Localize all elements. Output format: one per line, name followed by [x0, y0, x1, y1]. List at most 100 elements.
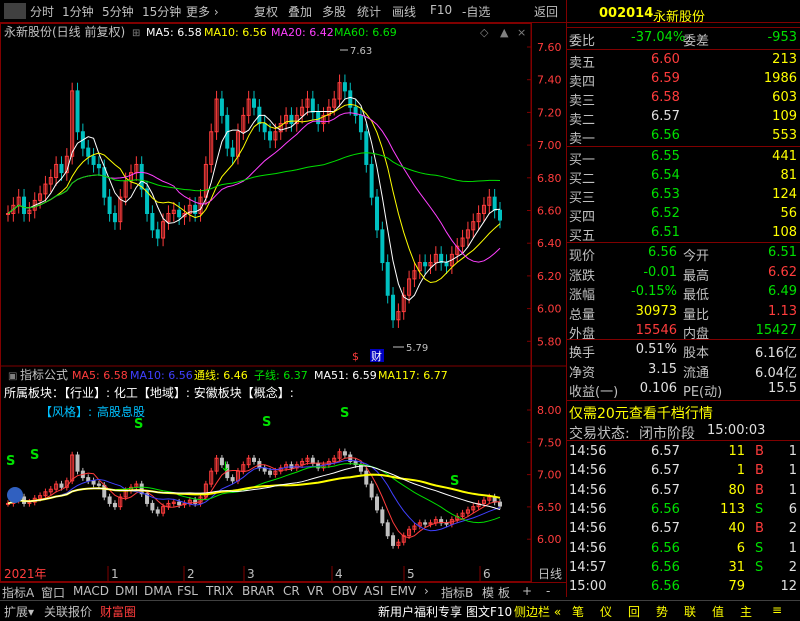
tab-indicator-b[interactable]: 指标B [441, 584, 473, 601]
tab-cr[interactable]: CR [283, 584, 300, 598]
restore-right-button[interactable]: 复权 [254, 3, 278, 20]
indicator-tabs: 指标A 窗口 MACD DMI DMA FSL TRIX BRAR CR VR … [0, 582, 566, 601]
bid-volume: 124 [772, 187, 797, 202]
candle-body [91, 155, 96, 165]
tab-asi[interactable]: ASI [364, 584, 383, 598]
bid-row: 买一 6.55 441 [567, 147, 800, 168]
tab-board[interactable]: 板 [498, 584, 510, 601]
period-label[interactable]: 日线 [538, 567, 562, 581]
f10-button[interactable]: F10 [430, 3, 452, 17]
tab-fsl[interactable]: FSL [177, 584, 198, 598]
finance-badge[interactable]: 财 [371, 349, 382, 363]
bid-volume: 108 [772, 225, 797, 240]
candle-body [369, 163, 374, 198]
menu-icon[interactable]: ≡ [772, 603, 782, 617]
up-arrow-icon[interactable]: ▲ [500, 26, 509, 39]
stat-label: 最高 [683, 268, 710, 284]
return-icon[interactable]: 回 [628, 603, 640, 620]
tab-dmi[interactable]: DMI [115, 584, 138, 598]
zoom-out-button[interactable]: - [546, 584, 550, 598]
diamond-icon[interactable]: ◇ [480, 26, 489, 39]
tick-row: 15:00 6.56 79 12 [567, 577, 800, 598]
candle-body [219, 98, 224, 116]
tab-dma[interactable]: DMA [144, 584, 172, 598]
robot-avatar-icon[interactable] [7, 487, 23, 503]
tab-obv[interactable]: OBV [332, 584, 358, 598]
quote-title: 002014 永新股份 [567, 4, 800, 25]
s-signal-5: S [340, 406, 349, 421]
logo-icon [4, 3, 26, 19]
candle-body [423, 262, 428, 267]
s-signal-4: S [262, 415, 271, 430]
tab-5min[interactable]: 5分钟 [102, 3, 134, 20]
value-icon[interactable]: 值 [712, 603, 724, 620]
sidebar-toggle[interactable]: 侧边栏 « [514, 603, 561, 620]
stat-value: 6.51 [768, 245, 797, 260]
tab-trix[interactable]: TRIX [206, 584, 233, 598]
tick-row: 14:57 6.56 31 S 2 [567, 558, 800, 579]
stat2-row: 净资 3.15 流通 6.04亿 [567, 360, 800, 381]
s-signal-6: S [450, 474, 459, 489]
stat-label: 收益(一) [569, 385, 619, 400]
tab-indicator-a[interactable]: 指标A [2, 584, 34, 601]
add-watchlist-button[interactable]: -自选 [462, 3, 490, 20]
f10-graphic-button[interactable]: 图文F10 [466, 603, 512, 620]
indicator-axis: 8.00 7.50 7.00 6.50 6.00 [527, 404, 562, 546]
trend-icon[interactable]: 势 [656, 603, 668, 620]
tick-row: 14:56 6.57 11 B 1 [567, 442, 800, 463]
pen-icon[interactable]: 笔 [572, 603, 584, 620]
tab-brar[interactable]: BRAR [242, 584, 275, 598]
back-button[interactable]: 返回 [534, 3, 558, 20]
tab-emv[interactable]: EMV [390, 584, 416, 598]
tick-price: 6.56 [651, 501, 680, 517]
ask-price: 6.56 [651, 128, 680, 143]
kline-chart[interactable]: 永新股份(日线 前复权) ⊞ MA5: 6.58 MA10: 6.56 MA20… [0, 23, 566, 597]
candle-body [316, 111, 321, 125]
main-icon[interactable]: 主 [740, 603, 752, 620]
tab-more-arrow[interactable]: › [424, 584, 429, 598]
bid-price: 6.55 [651, 149, 680, 164]
indicator-expand-icon[interactable]: ▣ [8, 371, 17, 382]
instrument-icon[interactable]: 仪 [600, 603, 612, 620]
draw-line-button[interactable]: 画线 [392, 3, 416, 20]
stats-button[interactable]: 统计 [357, 3, 381, 20]
related-quotes[interactable]: 关联报价 [44, 603, 92, 620]
zoom-in-button[interactable]: + [522, 584, 532, 598]
tab-intraday[interactable]: 分时 [30, 3, 54, 20]
ind-tick: 8.00 [537, 404, 562, 417]
candle-body [289, 114, 294, 125]
price-axis: 7.60 7.40 7.20 7.00 6.80 6.60 6.40 6.20 6.00 5.80 [527, 41, 562, 348]
ask-volume: 213 [772, 52, 797, 67]
tab-macd[interactable]: MACD [73, 584, 109, 598]
stock-title: 永新股份(日线 前复权) [4, 24, 125, 39]
ma-settings-icon[interactable]: ⊞ [132, 28, 140, 39]
tab-more[interactable]: 更多 › [186, 3, 219, 20]
ind-candle-body [391, 535, 396, 546]
indicator-lines [7, 457, 501, 539]
main-candles [6, 74, 502, 328]
new-user-promo[interactable]: 新用户福利专享 [378, 603, 462, 620]
tab-template[interactable]: 模 [482, 584, 494, 601]
close-icon[interactable]: × [517, 26, 526, 39]
wealth-circle[interactable]: 财富圈 [100, 603, 136, 620]
status-bar: 扩展▾ 关联报价 财富圈 新用户福利专享 图文F10 侧边栏 « 笔 仪 回 势… [0, 600, 800, 621]
tick-side: B [755, 482, 764, 498]
tab-15min[interactable]: 15分钟 [142, 3, 181, 20]
ind-tick: 7.50 [537, 436, 562, 449]
indicator-title: 指标公式 [20, 367, 68, 382]
multi-stock-button[interactable]: 多股 [322, 3, 346, 20]
ind-candle-body [423, 522, 428, 525]
stat-label: 总量 [569, 307, 596, 323]
quote-panel: 002014 永新股份 委比 -37.04% 委差 -953 卖五 6.60 213… [566, 0, 800, 597]
tab-1min[interactable]: 1分钟 [62, 3, 94, 20]
tick-side: B [755, 521, 764, 537]
candle-body [262, 123, 267, 133]
expand-menu[interactable]: 扩展▾ [4, 603, 34, 620]
tab-vr[interactable]: VR [307, 584, 324, 598]
bid-price: 6.51 [651, 225, 680, 240]
tick-count: 12 [780, 579, 797, 595]
tab-window[interactable]: 窗口 [41, 584, 65, 601]
link-icon[interactable]: 联 [684, 603, 696, 620]
overlay-button[interactable]: 叠加 [288, 3, 312, 20]
promo-banner[interactable]: 仅需20元查看千档行情 [567, 401, 800, 422]
